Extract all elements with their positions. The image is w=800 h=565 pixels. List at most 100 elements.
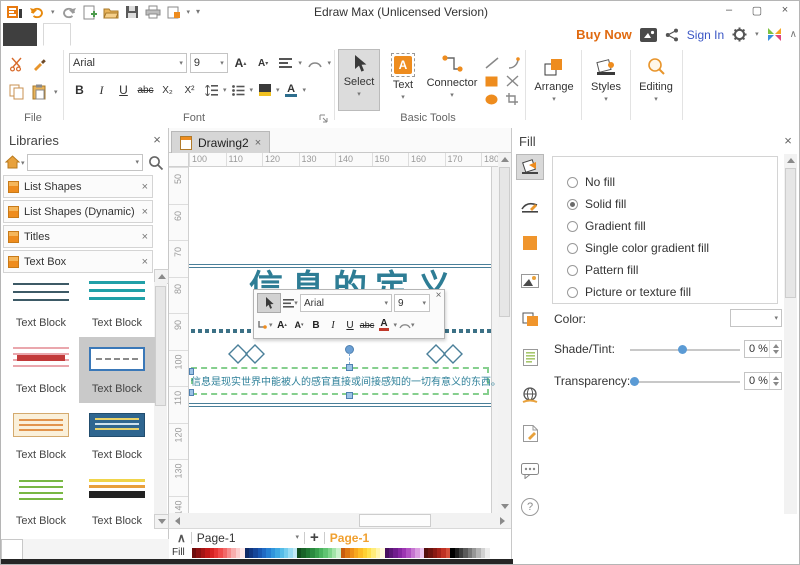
increase-font-button[interactable]: A ▴ xyxy=(231,54,251,73)
collapse-ribbon-icon[interactable]: ∧ xyxy=(790,29,797,40)
close-icon[interactable]: × xyxy=(781,133,795,148)
strikethrough-button[interactable]: abc xyxy=(360,316,375,334)
rectangle-tool[interactable] xyxy=(485,76,498,87)
align-button[interactable] xyxy=(276,54,296,73)
attachment-icon[interactable] xyxy=(516,420,544,446)
shape-thumbnail[interactable]: Text Block xyxy=(79,469,155,535)
shape-thumbnail[interactable]: Text Block xyxy=(3,469,79,535)
text-arc-dropdown[interactable]: ▾ xyxy=(328,60,332,67)
strikethrough-button[interactable]: abc xyxy=(135,81,156,100)
fill-tab-icon[interactable] xyxy=(516,154,544,180)
close-icon[interactable]: × xyxy=(255,137,261,149)
resize-handle-bottom[interactable] xyxy=(346,392,353,399)
transparency-spinner[interactable]: 0 % xyxy=(744,372,782,390)
diamond-decoration[interactable] xyxy=(425,343,465,365)
color-dropdown[interactable]: ▾ xyxy=(730,309,782,327)
export-image-icon[interactable] xyxy=(639,27,657,42)
search-icon[interactable] xyxy=(148,155,164,171)
page-selector-dropdown[interactable]: ▾ xyxy=(296,534,300,541)
hyperlink-globe-icon[interactable] xyxy=(516,382,544,408)
fill-option-radio[interactable]: Gradient fill xyxy=(567,215,777,237)
copy-button[interactable] xyxy=(9,84,24,100)
ribbon-tab[interactable] xyxy=(97,23,123,46)
close-icon[interactable]: × xyxy=(142,181,148,193)
cross-tool[interactable] xyxy=(506,75,519,87)
crop-tool[interactable] xyxy=(506,93,519,105)
fill-option-radio[interactable]: Solid fill xyxy=(567,193,777,215)
document-tab[interactable]: Drawing2 × xyxy=(171,131,271,154)
ellipse-tool[interactable] xyxy=(485,94,498,105)
notes-icon[interactable] xyxy=(516,344,544,370)
underline-button[interactable]: U xyxy=(113,81,134,100)
fill-option-radio[interactable]: Picture or texture fill xyxy=(567,281,777,303)
text-arc-button[interactable] xyxy=(305,54,325,73)
diamond-decoration[interactable] xyxy=(227,343,267,365)
canvas-title-text[interactable]: 信息的定义 xyxy=(249,265,449,289)
sign-in-link[interactable]: Sign In xyxy=(687,28,724,42)
select-tool-icon[interactable] xyxy=(257,293,281,313)
bold-button[interactable]: B xyxy=(309,316,324,334)
share-icon[interactable] xyxy=(665,28,679,42)
resize-handle-top[interactable] xyxy=(346,364,353,371)
ribbon-tab[interactable] xyxy=(43,23,71,46)
library-search-input[interactable]: ▾ xyxy=(27,154,143,171)
italic-button[interactable]: I xyxy=(326,316,341,334)
shape-thumbnail[interactable]: Text Block xyxy=(79,403,155,469)
cut-button[interactable] xyxy=(9,57,24,72)
page-tab-active[interactable]: Page-1 xyxy=(330,531,369,545)
canvas-body-text[interactable]: 信息是现实世界中能被人的感官直接或间接感知的一切有意义的东西。 xyxy=(191,373,498,388)
fill-panel-scrollbar[interactable] xyxy=(784,154,797,514)
library-item[interactable]: List Shapes (Dynamic) × xyxy=(3,200,153,223)
bullets-button[interactable] xyxy=(228,81,249,100)
subscript-button[interactable]: X₂ xyxy=(157,81,178,100)
align-dropdown[interactable]: ▾ xyxy=(298,60,302,67)
home-dropdown[interactable]: ▾ xyxy=(21,160,25,167)
select-tool-button[interactable]: Select ▾ xyxy=(338,49,380,111)
ribbon-tab[interactable] xyxy=(3,23,37,46)
font-size-combo[interactable]: 9 ▾ xyxy=(394,294,430,312)
transparency-slider[interactable] xyxy=(630,377,740,386)
font-dialog-launcher[interactable] xyxy=(319,114,328,123)
library-item[interactable]: List Shapes × xyxy=(3,175,153,198)
connector-tool-button[interactable]: Connector ▾ xyxy=(423,49,481,111)
drawing-canvas[interactable]: 信息的定义 信息是现实世界中能被人的感官直接或间接感知的一切有意义的东西。 × xyxy=(189,167,498,513)
close-icon[interactable]: × xyxy=(142,206,148,218)
font-color-dropdown[interactable]: ▾ xyxy=(394,322,398,329)
picture-icon[interactable] xyxy=(516,268,544,294)
shape-thumbnail[interactable]: Text Block xyxy=(79,271,155,337)
ribbon-tab[interactable] xyxy=(175,23,201,46)
resize-handle-left-bottom[interactable] xyxy=(189,389,194,396)
minimize-button[interactable]: – xyxy=(715,1,743,19)
add-page-button[interactable]: + xyxy=(310,529,319,546)
shape-thumbnail[interactable]: Text Block xyxy=(3,337,79,403)
format-painter-button[interactable] xyxy=(32,57,47,72)
close-icon[interactable]: × xyxy=(142,231,148,243)
align-button[interactable]: ▾ xyxy=(283,294,298,312)
help-icon[interactable]: ? xyxy=(516,494,544,520)
horizontal-scrollbar[interactable] xyxy=(169,513,511,528)
font-size-combo[interactable]: 9 ▾ xyxy=(189,53,228,73)
fill-option-radio[interactable]: Pattern fill xyxy=(567,259,777,281)
line-spacing-button[interactable] xyxy=(201,81,222,100)
close-icon[interactable]: × xyxy=(150,132,164,147)
gear-icon[interactable] xyxy=(732,27,747,42)
maximize-button[interactable]: ▢ xyxy=(743,1,771,19)
theme-pinwheel-icon[interactable] xyxy=(767,27,782,42)
slider-thumb[interactable] xyxy=(678,345,687,354)
close-icon[interactable]: × xyxy=(142,256,148,268)
highlight-dropdown[interactable]: ▾ xyxy=(276,87,280,94)
highlight-color-button[interactable] xyxy=(254,81,275,100)
shape-thumbnail[interactable]: Text Block xyxy=(3,403,79,469)
vertical-scrollbar[interactable] xyxy=(498,153,511,513)
layers-icon[interactable] xyxy=(516,306,544,332)
buy-now-link[interactable]: Buy Now xyxy=(576,27,632,42)
text-arc-button[interactable]: ▾ xyxy=(399,316,415,334)
shape-thumbnail[interactable]: Text Block xyxy=(79,337,155,403)
shade-tint-slider[interactable] xyxy=(630,345,740,354)
fill-option-radio[interactable]: No fill xyxy=(567,171,777,193)
text-tool-button[interactable]: A Text ▾ xyxy=(382,49,424,111)
font-color-button[interactable]: A xyxy=(377,316,392,334)
arc-tool[interactable] xyxy=(507,57,520,69)
slider-thumb[interactable] xyxy=(630,377,639,386)
fill-option-radio[interactable]: Single color gradient fill xyxy=(567,237,777,259)
